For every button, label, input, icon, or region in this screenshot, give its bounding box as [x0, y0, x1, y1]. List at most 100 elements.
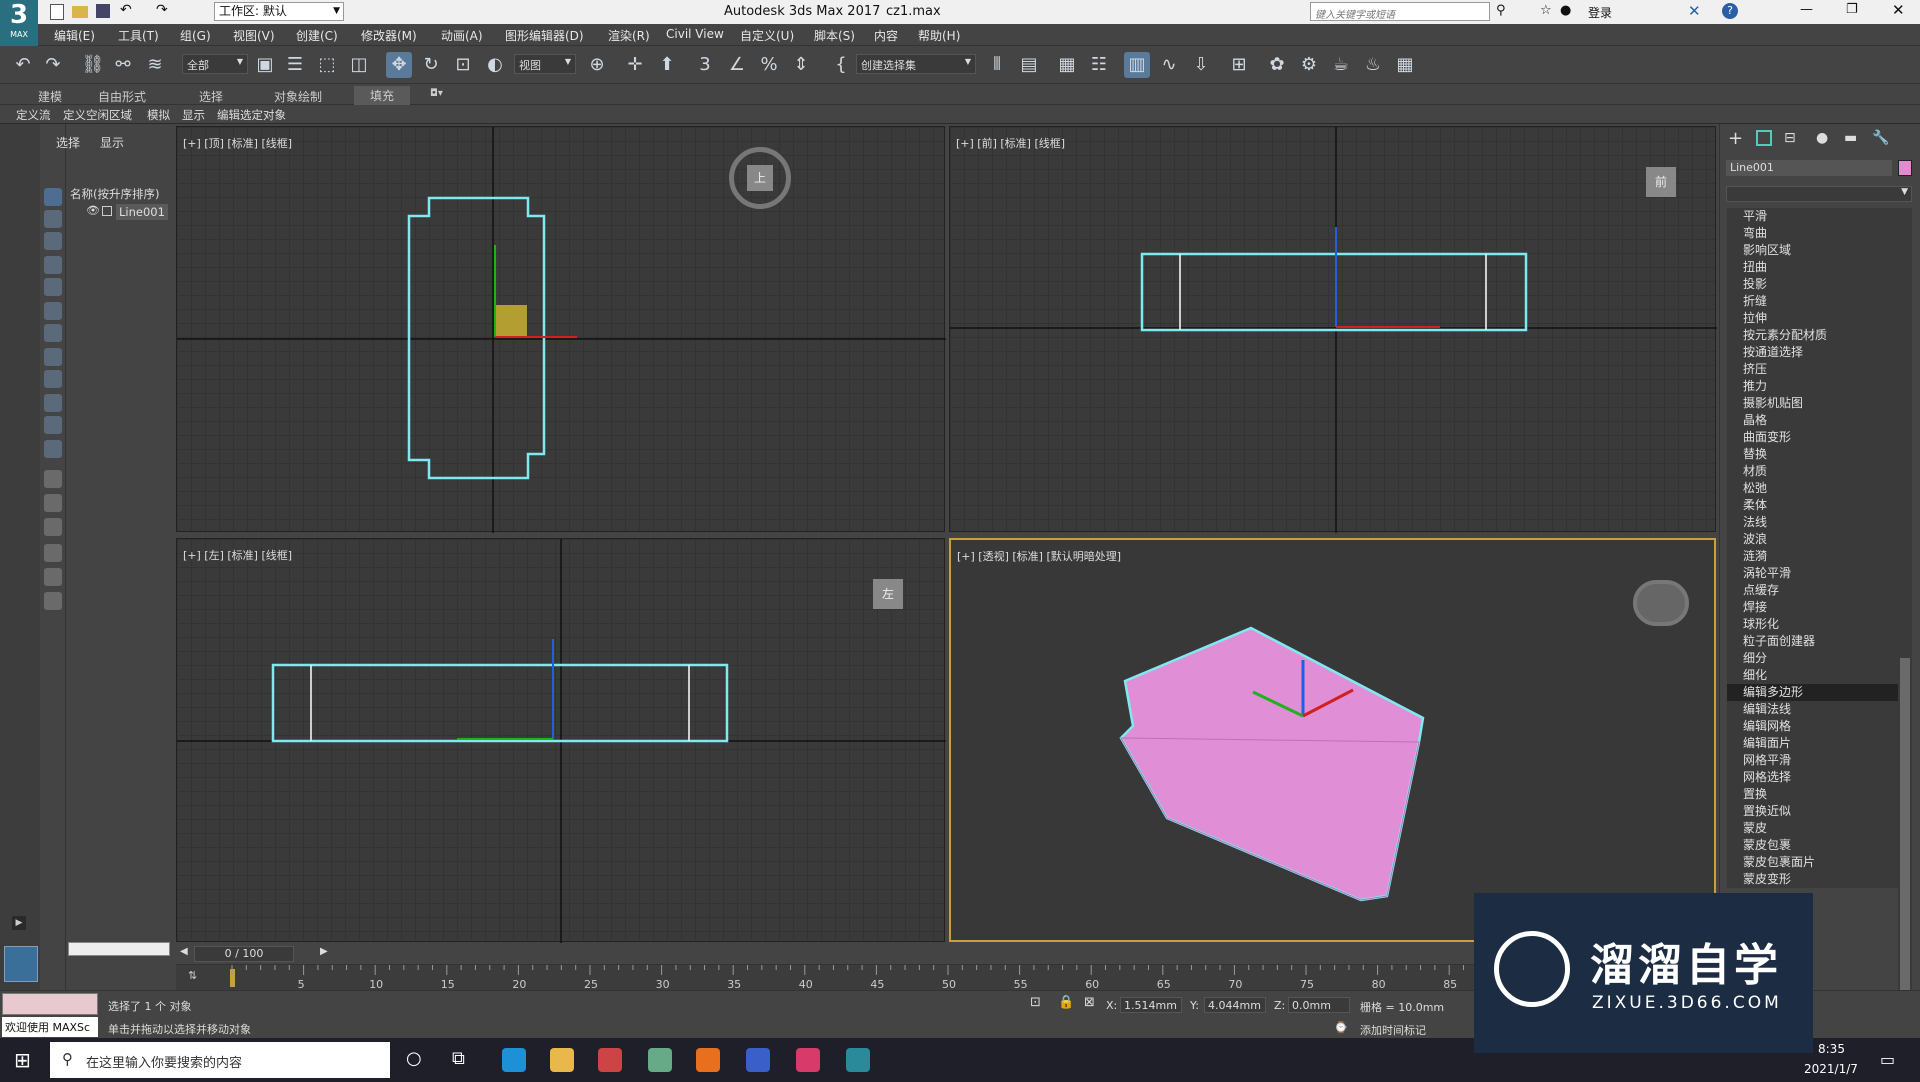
viewcube-top[interactable]: 上 — [729, 147, 791, 209]
display-none-icon[interactable] — [44, 494, 62, 512]
ribbon-define-flows[interactable]: 定义流 — [16, 107, 51, 123]
select-and-rotate-icon[interactable]: ↻ — [418, 52, 444, 78]
display-lights-icon[interactable] — [44, 232, 62, 250]
login-link[interactable]: 登录 — [1588, 4, 1612, 21]
viewport-front[interactable]: [+] [前] [标准] [线框] 前 — [949, 126, 1717, 533]
close-button[interactable]: ✕ — [1892, 1, 1905, 19]
render-in-cloud-icon[interactable]: ▦ — [1392, 52, 1418, 78]
expand-arrow-icon[interactable]: ▶ — [12, 916, 26, 930]
display-cameras-icon[interactable] — [44, 256, 62, 274]
minimize-button[interactable]: — — [1800, 2, 1813, 17]
modifier-item[interactable]: 法线 — [1727, 514, 1907, 531]
edit-named-selection-icon[interactable]: { — [828, 52, 854, 78]
viewport-left[interactable]: [+] [左] [标准] [线框] 左 — [176, 538, 946, 943]
display-frozen-icon[interactable] — [44, 416, 62, 434]
modifier-item[interactable]: 细分 — [1727, 650, 1907, 667]
modifier-item[interactable]: 柔体 — [1727, 497, 1907, 514]
viewcube-front[interactable]: 前 — [1646, 167, 1676, 197]
schematic-view-icon[interactable]: ⊞ — [1226, 52, 1252, 78]
redo-icon[interactable]: ↷ — [156, 2, 168, 18]
search-input[interactable]: 键入关键字或短语 — [1310, 2, 1490, 21]
modifier-item[interactable]: 拉伸 — [1727, 310, 1907, 327]
display-geometry-icon[interactable] — [44, 188, 62, 206]
menu-animation[interactable]: 动画(A) — [441, 27, 483, 44]
scene-explorer-icon[interactable]: ▥ — [1124, 52, 1150, 78]
modifier-item[interactable]: 编辑法线 — [1727, 701, 1907, 718]
maxscript-mini-listener[interactable]: 欢迎使用 MAXSc — [2, 1017, 98, 1037]
modifier-item[interactable]: 涡轮平滑 — [1727, 565, 1907, 582]
object-color-swatch[interactable] — [1898, 160, 1912, 176]
modifier-item[interactable]: 编辑多边形 — [1727, 684, 1907, 701]
create-tab-icon[interactable]: + — [1728, 128, 1743, 149]
modifier-item[interactable]: 网格平滑 — [1727, 752, 1907, 769]
rectangular-selection-icon[interactable]: ⬚ — [314, 52, 340, 78]
modifier-item[interactable]: 替换 — [1727, 446, 1907, 463]
menu-create[interactable]: 创建(C) — [296, 27, 338, 44]
display-helpers-icon[interactable] — [44, 278, 62, 296]
pivot-center-icon[interactable]: ⊕ — [584, 52, 610, 78]
modifier-item[interactable]: 曲面变形 — [1727, 429, 1907, 446]
display-groups-icon[interactable] — [44, 324, 62, 342]
user-icon[interactable]: ● — [1560, 3, 1571, 18]
max-logo[interactable]: 3 MAX — [0, 0, 38, 46]
add-time-tag[interactable]: 添加时间标记 — [1360, 1022, 1426, 1038]
modifier-item[interactable]: 细化 — [1727, 667, 1907, 684]
maxscript-listener-pink[interactable] — [2, 993, 98, 1015]
keyboard-shortcut-override-icon[interactable]: ⬆ — [654, 52, 680, 78]
modifier-list-dropdown[interactable]: ▼ — [1726, 186, 1912, 202]
select-by-name-icon[interactable]: ☰ — [282, 52, 308, 78]
modifier-item[interactable]: 推力 — [1727, 378, 1907, 395]
render-frame-window-icon[interactable]: ☕ — [1328, 52, 1354, 78]
align-icon[interactable]: ▤ — [1016, 52, 1042, 78]
display-shapes-icon[interactable] — [44, 210, 62, 228]
scene-tab-display[interactable]: 显示 — [100, 134, 124, 151]
notification-icon[interactable]: ▭ — [1880, 1050, 1895, 1069]
menu-help[interactable]: 帮助(H) — [918, 27, 960, 44]
ribbon-define-idle-areas[interactable]: 定义空闲区域 — [63, 107, 132, 123]
modifier-item[interactable]: 点缓存 — [1727, 582, 1907, 599]
modifier-list-scrollbar[interactable] — [1898, 208, 1912, 1018]
modifier-item[interactable]: 按通道选择 — [1727, 344, 1907, 361]
select-and-scale-icon[interactable]: ⊡ — [450, 52, 476, 78]
motion-tab-icon[interactable]: ● — [1816, 130, 1828, 146]
modifier-item[interactable]: 蒙皮包裹面片 — [1727, 854, 1907, 871]
modifier-item[interactable]: 折缝 — [1727, 293, 1907, 310]
modifier-item[interactable]: 松弛 — [1727, 480, 1907, 497]
bind-space-warp-icon[interactable]: ≋ — [142, 52, 168, 78]
cortana-icon[interactable]: ○ — [406, 1048, 422, 1069]
ribbon-options-icon[interactable]: ◘▾ — [430, 88, 443, 99]
scrollbar-thumb[interactable] — [1900, 658, 1910, 998]
redo-icon[interactable]: ↷ — [40, 52, 66, 78]
menu-graph-editors[interactable]: 图形编辑器(D) — [505, 27, 584, 44]
ribbon-tab-selection[interactable]: 选择 — [199, 88, 223, 105]
scene-item-line001[interactable]: Line001 — [116, 204, 168, 220]
modify-tab-icon[interactable] — [1756, 130, 1772, 146]
firefox-icon[interactable] — [696, 1048, 720, 1072]
display-space-warps-icon[interactable] — [44, 302, 62, 320]
object-name-field[interactable]: Line001 — [1726, 160, 1892, 176]
display-tab-icon[interactable]: ▬ — [1844, 130, 1857, 146]
modifier-list[interactable]: 平滑 弯曲 影响区域 扭曲 投影 折缝 拉伸 按元素分配材质 按通道选择 挤压 推力 摄影机贴图 晶格曲… — [1727, 208, 1907, 888]
modifier-item[interactable]: 蒙皮包裹 — [1727, 837, 1907, 854]
prev-frame-icon[interactable]: ◀ — [180, 946, 188, 957]
time-slider-thumb[interactable]: 0 / 100 — [194, 946, 294, 962]
filter-icon[interactable] — [44, 568, 62, 586]
menu-rendering[interactable]: 渲染(R) — [608, 27, 650, 44]
dope-sheet-icon[interactable]: ⇩ — [1188, 52, 1214, 78]
modifier-item[interactable]: 平滑 — [1727, 208, 1907, 225]
angle-snap-icon[interactable]: ∠ — [724, 52, 750, 78]
z-coordinate-field[interactable]: 0.0mm — [1288, 997, 1350, 1013]
reference-coordinate-dropdown[interactable]: 视图 ▼ — [514, 54, 576, 74]
menu-views[interactable]: 视图(V) — [233, 27, 275, 44]
display-containers-icon[interactable] — [44, 394, 62, 412]
render-production-icon[interactable]: ♨ — [1360, 52, 1386, 78]
snaps-toggle-icon[interactable]: 3 — [692, 52, 718, 78]
viewport-top[interactable]: [+] [顶] [标准] [线框] 上 — [176, 126, 946, 533]
select-and-move-icon[interactable]: ✥ — [386, 52, 412, 78]
mirror-icon[interactable]: ⫴ — [984, 52, 1010, 78]
select-object-icon[interactable]: ▣ — [252, 52, 278, 78]
modifier-item[interactable]: 置换 — [1727, 786, 1907, 803]
modifier-item[interactable]: 编辑网格 — [1727, 718, 1907, 735]
lock-selection-icon[interactable]: 🔒 — [1058, 995, 1074, 1010]
display-xrefs-icon[interactable] — [44, 348, 62, 366]
